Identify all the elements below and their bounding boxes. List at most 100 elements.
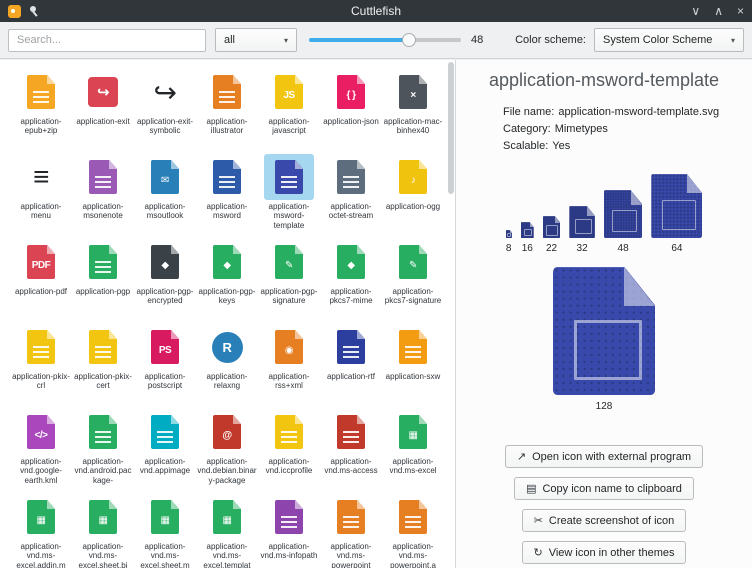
fold-decoration xyxy=(587,206,595,216)
icon-grid-item[interactable]: JS application-javascript xyxy=(258,69,320,154)
icon-grid-item[interactable]: application-vnd.ms-powerpoint.a xyxy=(382,494,444,568)
icon-grid-item[interactable]: application-vnd.ms-access xyxy=(320,409,382,494)
icon-selection-box: ▦ xyxy=(78,494,128,540)
icon-grid-item[interactable]: application-sxw xyxy=(382,324,444,409)
icon-label: application-vnd.ms-excel xyxy=(383,457,443,476)
icon-grid-item[interactable]: ✎ application-pgp-signature xyxy=(258,239,320,324)
minimize-button[interactable]: ∨ xyxy=(691,5,700,17)
icon-grid-item[interactable]: ✉ application-msoutlook xyxy=(134,154,196,239)
icon-grid-item[interactable]: ▦ application-vnd.ms-excel.sheet.m xyxy=(134,494,196,568)
mimetype-icon xyxy=(399,330,427,364)
fold-decoration xyxy=(295,160,303,169)
icon-grid-item[interactable]: </> application-vnd.google-earth.kml xyxy=(10,409,72,494)
icon-grid-item[interactable]: application-pkix-cert xyxy=(72,324,134,409)
icon-label: application-exit xyxy=(73,117,133,126)
icon-symbol: ♪ xyxy=(411,175,416,186)
icon-grid-item[interactable]: application-vnd.appimage xyxy=(134,409,196,494)
icon-selection-box xyxy=(388,494,438,540)
fold-decoration xyxy=(47,415,55,424)
icon-grid-item[interactable]: ▦ application-vnd.ms-excel.sheet.bi xyxy=(72,494,134,568)
icon-grid-item[interactable]: R application-relaxng xyxy=(196,324,258,409)
icon-grid-item[interactable]: ↪ application-exit xyxy=(72,69,134,154)
color-scheme-dropdown[interactable]: System Color Scheme ▾ xyxy=(594,28,744,52)
icon-grid-item[interactable]: application-pkix-crl xyxy=(10,324,72,409)
fold-decoration xyxy=(171,160,179,169)
button-label: Copy icon name to clipboard xyxy=(542,483,681,495)
icon-grid-item[interactable]: application-rtf xyxy=(320,324,382,409)
window-titlebar[interactable]: Cuttlefish ∨ ∧ × xyxy=(0,0,752,22)
icon-grid-item[interactable]: PS application-postscript xyxy=(134,324,196,409)
icon-selection-box xyxy=(264,154,314,200)
icon-grid-item[interactable]: { } application-json xyxy=(320,69,382,154)
icon-symbol: ▦ xyxy=(223,515,232,526)
icon-grid-item[interactable]: ◆ application-pkcs7-mime xyxy=(320,239,382,324)
icon-grid-item[interactable]: @ application-vnd.debian.binary-package xyxy=(196,409,258,494)
icon-grid-item[interactable]: application-pgp xyxy=(72,239,134,324)
fold-decoration xyxy=(419,75,427,84)
icon-size-slider[interactable] xyxy=(309,33,461,47)
icon-symbol: PS xyxy=(159,345,171,356)
pin-icon[interactable] xyxy=(29,6,40,17)
icon-grid-item[interactable]: application-msword xyxy=(196,154,258,239)
icon-grid-item[interactable]: ≡ application-menu xyxy=(10,154,72,239)
template-frame-decoration xyxy=(574,320,642,380)
icon-grid: application-epub+zip ↪ application-exit xyxy=(0,60,455,568)
category-dropdown[interactable]: all ▾ xyxy=(215,28,297,52)
icon-grid-item[interactable]: ◆ application-pgp-keys xyxy=(196,239,258,324)
icon-grid-item[interactable]: application-vnd.ms-infopath xyxy=(258,494,320,568)
action-button[interactable]: ✂ Create screenshot of icon xyxy=(522,509,687,532)
icon-grid-item[interactable]: application-msonenote xyxy=(72,154,134,239)
icon-label: application-vnd.google-earth.kml xyxy=(11,457,71,485)
mimetype-icon xyxy=(275,415,303,449)
icon-grid-item[interactable]: application-epub+zip xyxy=(10,69,72,154)
icon-grid-item[interactable]: ◆ application-pgp-encrypted xyxy=(134,239,196,324)
action-button[interactable]: ▤ Copy icon name to clipboard xyxy=(514,477,694,500)
icon-grid-item[interactable]: application-msword-template xyxy=(258,154,320,239)
icon-grid-item[interactable]: application-vnd.ms-powerpoint xyxy=(320,494,382,568)
icon-grid-item[interactable]: ◉ application-rss+xml xyxy=(258,324,320,409)
icon-grid-item[interactable]: ↪ application-exit-symbolic xyxy=(134,69,196,154)
icon-selection-box: JS xyxy=(264,69,314,115)
template-frame-decoration xyxy=(546,225,558,235)
scrollbar-thumb[interactable] xyxy=(448,62,454,194)
fold-decoration xyxy=(233,245,241,254)
icon-grid-item[interactable]: ✎ application-pkcs7-signature xyxy=(382,239,444,324)
icon-grid-item[interactable]: application-octet-stream xyxy=(320,154,382,239)
icon-grid-item[interactable]: × application-mac-binhex40 xyxy=(382,69,444,154)
icon-symbol: PDF xyxy=(32,260,51,271)
button-icon: ↻ xyxy=(534,546,543,559)
icon-symbol: { } xyxy=(346,90,355,101)
icon-grid-item[interactable]: application-vnd.android.package- xyxy=(72,409,134,494)
search-input[interactable] xyxy=(8,29,206,52)
window-controls: ∨ ∧ × xyxy=(691,5,744,17)
scrollbar[interactable] xyxy=(446,62,454,566)
icon-grid-item[interactable]: application-illustrator xyxy=(196,69,258,154)
mimetype-icon: ◆ xyxy=(337,245,365,279)
icon-selection-box: ✎ xyxy=(388,239,438,285)
fold-decoration xyxy=(510,230,512,232)
icon-symbol: ↪ xyxy=(154,76,177,109)
icon-label: application-vnd.ms-access xyxy=(321,457,381,476)
maximize-button[interactable]: ∧ xyxy=(714,5,723,17)
action-button[interactable]: ↗ Open icon with external program xyxy=(505,445,703,468)
icon-grid-item[interactable]: ▦ application-vnd.ms-excel.addin.m xyxy=(10,494,72,568)
mimetype-icon: PS xyxy=(151,330,179,364)
action-button[interactable]: ↻ View icon in other themes xyxy=(522,541,687,564)
icon-grid-item[interactable]: ▦ application-vnd.ms-excel xyxy=(382,409,444,494)
slider-handle[interactable] xyxy=(402,33,416,47)
preview-icon xyxy=(651,174,702,238)
icon-label: application-vnd.debian.binary-package xyxy=(197,457,257,485)
icon-label: application-msword-template xyxy=(259,202,319,230)
text-lines-decoration xyxy=(405,516,421,529)
icon-grid-item[interactable]: ♪ application-ogg xyxy=(382,154,444,239)
icon-symbol: @ xyxy=(222,430,231,441)
mimetype-icon: { } xyxy=(337,75,365,109)
preview-size-label: 16 xyxy=(522,243,533,254)
icon-grid-item[interactable]: application-vnd.iccprofile xyxy=(258,409,320,494)
icon-grid-item[interactable]: PDF application-pdf xyxy=(10,239,72,324)
preview-size-label: 64 xyxy=(671,243,682,254)
icon-grid-item[interactable]: ▦ application-vnd.ms-excel.templat xyxy=(196,494,258,568)
close-button[interactable]: × xyxy=(737,5,744,17)
icon-label: application-vnd.ms-excel.sheet.m xyxy=(135,542,195,568)
icon-label: application-pdf xyxy=(11,287,71,296)
